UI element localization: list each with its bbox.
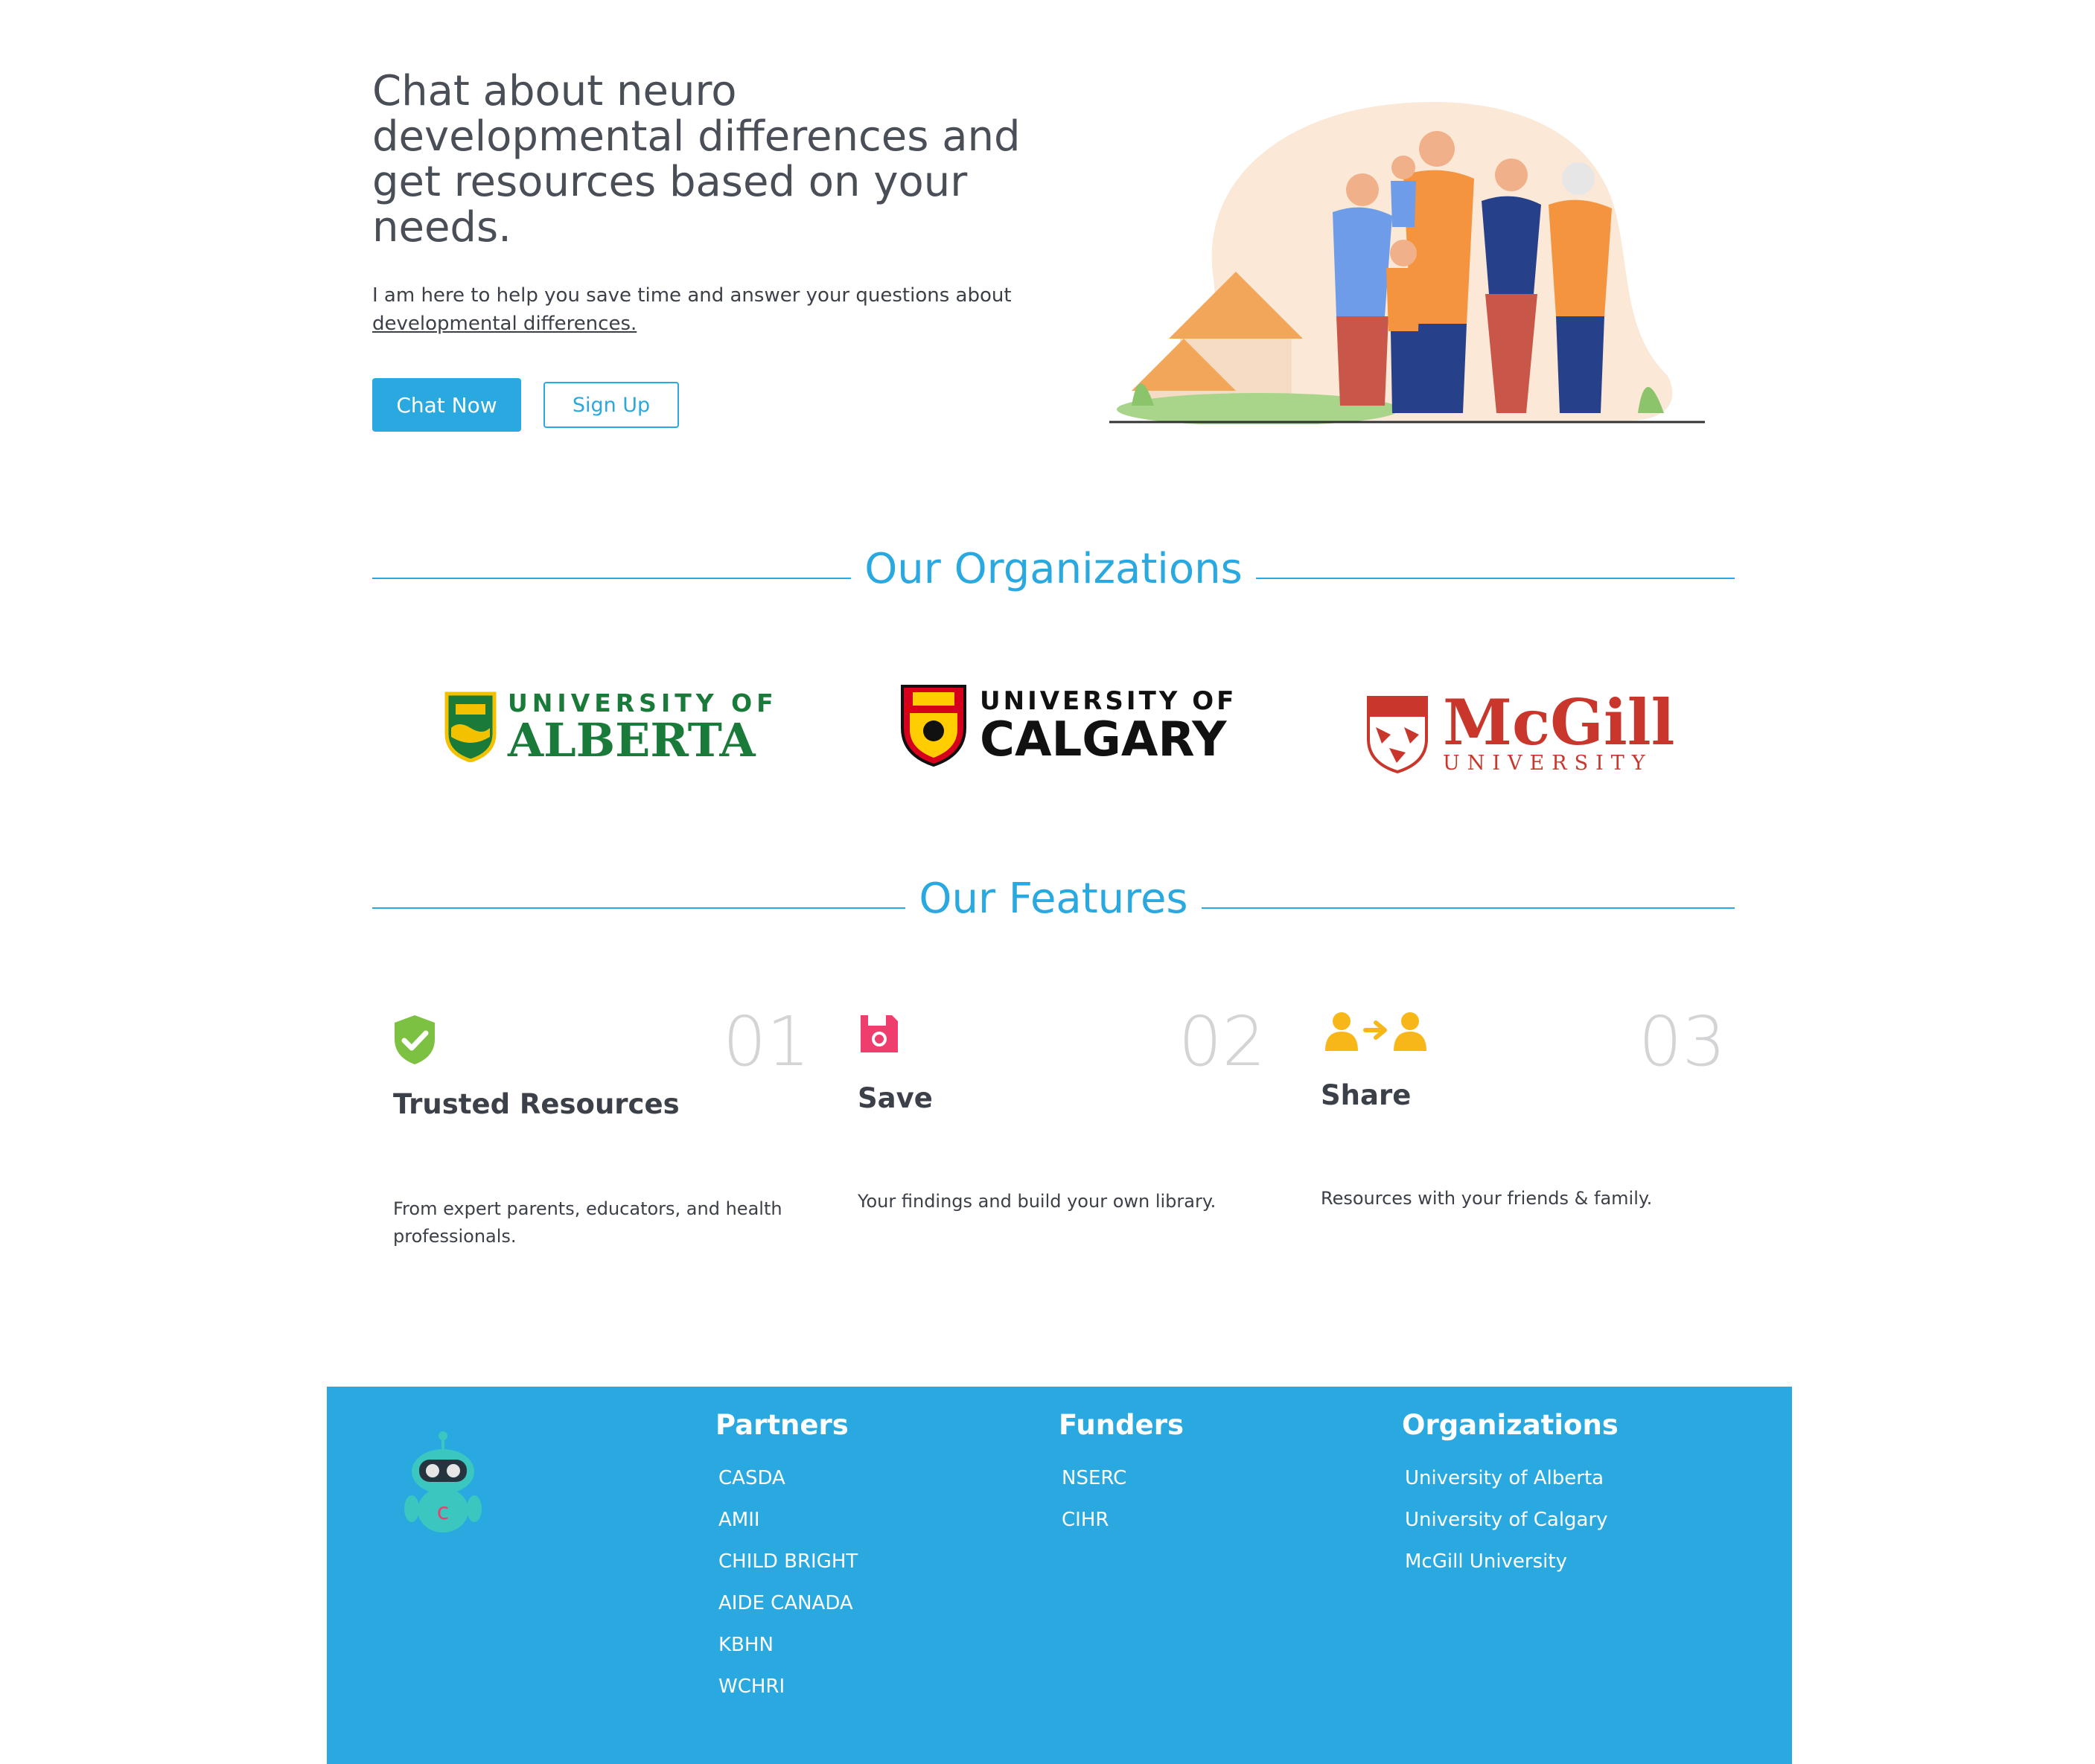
feature-card-share: 03 Share Resources with your friends & f… — [1321, 1005, 1726, 1258]
hero-subtitle-text: I am here to help you save time and answ… — [372, 284, 1012, 307]
funders-heading: Funders — [1059, 1409, 1184, 1441]
hero-title: Chat about neuro developmental differenc… — [372, 67, 1021, 252]
funder-link[interactable]: NSERC — [1062, 1457, 1184, 1499]
feature-title: Share — [1321, 1079, 1412, 1111]
organization-link[interactable]: University of Calgary — [1405, 1499, 1619, 1541]
svg-text:c: c — [437, 1499, 450, 1525]
mcgill-university-logo: McGill UNIVERSITY — [1365, 691, 1675, 777]
organizations-title: Our Organizations — [851, 545, 1256, 593]
partner-link[interactable]: AMII — [718, 1499, 858, 1541]
feature-title: Trusted Resources — [393, 1088, 680, 1120]
partners-heading: Partners — [715, 1409, 849, 1441]
partner-link[interactable]: AIDE CANADA — [718, 1582, 858, 1624]
organization-link[interactable]: University of Alberta — [1405, 1457, 1619, 1499]
feature-number: 03 — [1638, 1002, 1726, 1081]
chat-now-button[interactable]: Chat Now — [372, 378, 521, 432]
mcgill-crest-icon — [1367, 696, 1428, 773]
features-title: Our Features — [905, 875, 1202, 923]
hero-subtitle: I am here to help you save time and answ… — [372, 281, 1080, 338]
feature-description: From expert parents, educators, and heal… — [393, 1198, 782, 1247]
footer-partners: Partners CASDA AMII CHILD BRIGHT AIDE CA… — [715, 1409, 858, 1707]
feature-number: 02 — [1178, 1002, 1266, 1081]
calgary-logo-line2: CALGARY — [980, 712, 1227, 767]
university-of-calgary-logo: UNIVERSITY OF CALGARY — [899, 683, 1237, 767]
mcgill-logo-line1: McGill — [1443, 686, 1675, 759]
feature-title: Save — [858, 1082, 933, 1114]
alberta-crest-icon — [444, 691, 497, 762]
developmental-differences-link[interactable]: developmental differences. — [372, 313, 637, 335]
site-footer: c Partners CASDA AMII CHILD BRIGHT AIDE … — [327, 1387, 1792, 1764]
feature-description: Resources with your friends & family. — [1321, 1188, 1653, 1209]
organizations-heading: Organizations — [1402, 1409, 1619, 1441]
partner-link[interactable]: KBHN — [718, 1624, 858, 1666]
feature-card-save: 02 Save Your findings and build your own… — [858, 1005, 1266, 1258]
university-of-alberta-logo: UNIVERSITY OF ALBERTA — [444, 689, 778, 764]
partner-link[interactable]: CASDA — [718, 1457, 858, 1499]
partner-link[interactable]: WCHRI — [718, 1666, 858, 1707]
mcgill-logo-line2: UNIVERSITY — [1443, 752, 1653, 775]
footer-funders: Funders NSERC CIHR — [1059, 1409, 1184, 1541]
floppy-disk-icon — [861, 1015, 898, 1052]
calgary-crest-icon — [901, 685, 966, 767]
shield-check-icon — [395, 1015, 435, 1064]
chatbot-mascot-icon: c — [404, 1431, 482, 1533]
alberta-logo-line2: ALBERTA — [508, 713, 756, 767]
sign-up-button[interactable]: Sign Up — [543, 382, 679, 428]
family-illustration — [1109, 101, 1705, 424]
organization-link[interactable]: McGill University — [1405, 1541, 1619, 1582]
feature-card-trusted-resources: 01 Trusted Resources From expert parents… — [393, 1005, 810, 1258]
footer-organizations: Organizations University of Alberta Univ… — [1402, 1409, 1619, 1582]
share-users-icon — [1325, 1012, 1426, 1051]
feature-number: 01 — [722, 1002, 810, 1081]
features-header: Our Features — [372, 875, 1735, 923]
funder-link[interactable]: CIHR — [1062, 1499, 1184, 1541]
partner-link[interactable]: CHILD BRIGHT — [718, 1541, 858, 1582]
calgary-logo-line1: UNIVERSITY OF — [980, 686, 1237, 716]
feature-description: Your findings and build your own library… — [858, 1191, 1216, 1212]
organizations-header: Our Organizations — [372, 545, 1735, 593]
